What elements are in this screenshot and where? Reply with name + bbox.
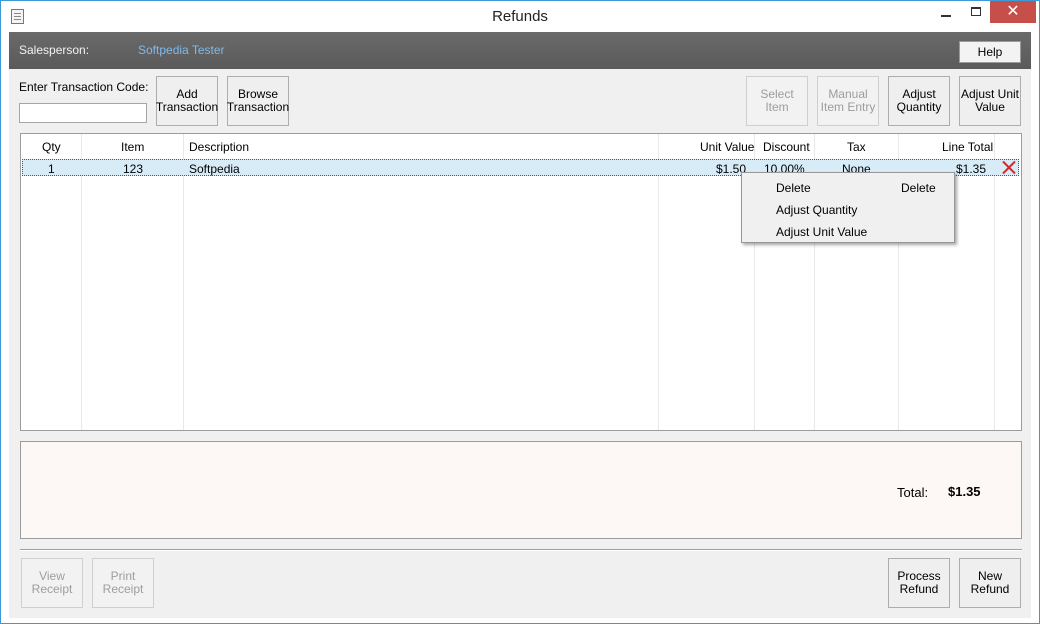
view-receipt-button[interactable]: View Receipt bbox=[21, 558, 83, 608]
adjust-unit-value-button[interactable]: Adjust Unit Value bbox=[959, 76, 1021, 126]
context-menu: Delete Delete Adjust Quantity Adjust Uni… bbox=[741, 172, 955, 243]
print-receipt-button[interactable]: Print Receipt bbox=[92, 558, 154, 608]
column-header-qty[interactable]: Qty bbox=[42, 140, 61, 154]
salesperson-bar: Salesperson: Softpedia Tester Help bbox=[9, 32, 1031, 69]
maximize-button[interactable] bbox=[961, 1, 991, 23]
row-item: 123 bbox=[123, 162, 144, 176]
column-divider bbox=[994, 134, 995, 430]
new-refund-button[interactable]: New Refund bbox=[959, 558, 1021, 608]
title-bar: Refunds ✕ bbox=[1, 1, 1039, 32]
row-qty: 1 bbox=[48, 162, 55, 176]
main-content: Enter Transaction Code: Add Transaction … bbox=[9, 69, 1031, 618]
column-divider bbox=[81, 134, 82, 430]
browse-transaction-button[interactable]: Browse Transaction bbox=[227, 76, 289, 126]
row-line-total: $1.35 bbox=[956, 162, 987, 176]
column-divider bbox=[658, 134, 659, 430]
table-header: Qty Item Description Unit Value Discount… bbox=[21, 134, 1021, 156]
select-item-button[interactable]: Select Item bbox=[746, 76, 808, 126]
transaction-code-label: Enter Transaction Code: bbox=[19, 80, 149, 94]
column-header-unit-value[interactable]: Unit Value bbox=[700, 140, 754, 154]
close-button[interactable]: ✕ bbox=[990, 1, 1036, 23]
column-header-item[interactable]: Item bbox=[121, 140, 144, 154]
column-header-description[interactable]: Description bbox=[189, 140, 249, 154]
transaction-code-input[interactable] bbox=[19, 103, 147, 123]
context-menu-adjust-unit-value[interactable]: Adjust Unit Value bbox=[776, 225, 867, 239]
refunds-window: Refunds ✕ Salesperson: Softpedia Tester … bbox=[0, 0, 1040, 624]
salesperson-label: Salesperson: bbox=[19, 43, 90, 57]
delete-row-icon[interactable] bbox=[1000, 159, 1018, 176]
totals-panel: Total: $1.35 bbox=[20, 441, 1022, 539]
context-menu-adjust-quantity[interactable]: Adjust Quantity bbox=[776, 203, 857, 217]
manual-item-entry-button[interactable]: Manual Item Entry bbox=[817, 76, 879, 126]
context-menu-delete[interactable]: Delete bbox=[776, 181, 811, 195]
maximize-icon bbox=[971, 7, 981, 16]
column-divider bbox=[183, 134, 184, 430]
total-label: Total: bbox=[897, 485, 929, 500]
process-refund-button[interactable]: Process Refund bbox=[888, 558, 950, 608]
footer-divider bbox=[20, 549, 1022, 551]
column-header-discount[interactable]: Discount bbox=[763, 140, 810, 154]
adjust-quantity-button[interactable]: Adjust Quantity bbox=[888, 76, 950, 126]
total-value: $1.35 bbox=[948, 484, 981, 499]
context-menu-delete-shortcut: Delete bbox=[901, 181, 936, 195]
add-transaction-button[interactable]: Add Transaction bbox=[156, 76, 218, 126]
row-description: Softpedia bbox=[189, 162, 240, 176]
salesperson-name: Softpedia Tester bbox=[138, 43, 225, 57]
close-icon: ✕ bbox=[1006, 3, 1020, 20]
column-header-tax[interactable]: Tax bbox=[847, 140, 866, 154]
window-title: Refunds bbox=[492, 8, 548, 25]
minimize-button[interactable] bbox=[931, 1, 961, 23]
minimize-icon bbox=[941, 15, 951, 17]
help-button[interactable]: Help bbox=[959, 41, 1021, 63]
column-header-line-total[interactable]: Line Total bbox=[942, 140, 993, 154]
